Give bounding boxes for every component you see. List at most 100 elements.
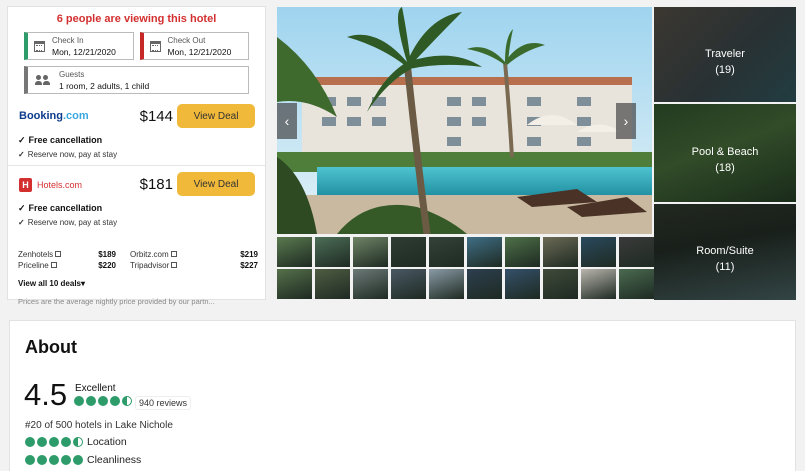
external-link-icon [55, 251, 62, 257]
gallery-thumbnail[interactable] [315, 237, 350, 267]
check-in-label: Check In [52, 35, 84, 45]
gallery-thumbnail[interactable] [467, 269, 502, 299]
reserve-text: Reserve now, pay at stay [27, 218, 118, 227]
other-deal-row[interactable]: Zenhotels $189 [18, 250, 130, 259]
gallery-thumbnail[interactable] [277, 269, 312, 299]
gallery-thumbnail[interactable] [619, 269, 654, 299]
rating-bubble-icon [61, 437, 71, 447]
gallery-thumbnail[interactable] [429, 237, 464, 267]
check-out-field[interactable]: Check Out Mon, 12/21/2020 [139, 32, 249, 60]
gallery-thumbnail[interactable] [505, 269, 540, 299]
other-deal-name: Tripadvisor [130, 261, 170, 270]
booking-reserve-note: ✓ Reserve now, pay at stay [18, 150, 117, 159]
rating-bubbles [74, 396, 132, 406]
gallery-thumbnail[interactable] [391, 269, 426, 299]
other-deal-row[interactable]: Tripadvisor $227 [130, 261, 258, 270]
booking-logo-dot: .com [63, 110, 89, 122]
other-deals: Zenhotels $189 Orbitz.com $219 Priceline $2… [18, 250, 258, 270]
subrating-bubbles [25, 455, 83, 465]
caret-down-icon: ▾ [81, 279, 86, 288]
gallery-thumbnail[interactable] [277, 237, 312, 267]
review-count-link[interactable]: 940 reviews [135, 396, 192, 410]
other-deal-name: Zenhotels [18, 250, 54, 259]
subrating-bubbles [25, 437, 83, 447]
view-all-deals-link[interactable]: View all 10 deals▾ [18, 279, 85, 288]
gallery-next-button[interactable]: › [616, 103, 636, 139]
subrating-label: Cleanliness [87, 454, 142, 466]
external-link-icon [50, 262, 57, 268]
gallery-thumbnail[interactable] [467, 237, 502, 267]
rating-word: Excellent [75, 383, 116, 394]
other-deal-price: $189 [98, 250, 116, 259]
booking-view-deal-button[interactable]: View Deal [177, 104, 255, 128]
check-icon: ✓ [18, 135, 26, 145]
gallery-thumbnail[interactable] [581, 237, 616, 267]
rating-bubble-icon [73, 437, 83, 447]
gallery-thumbnail[interactable] [543, 237, 578, 267]
price-footnote: Prices are the average nightly price pro… [18, 297, 215, 306]
rating-bubble-icon [86, 396, 96, 406]
check-icon: ✓ [18, 218, 25, 227]
date-row: Check In Mon, 12/21/2020 Check Out Mon, … [8, 32, 265, 60]
rating-bubble-icon [25, 455, 35, 465]
category-count: (19) [715, 63, 735, 76]
check-icon: ✓ [18, 150, 25, 159]
category-text: Pool & Beach (18) [654, 144, 796, 176]
other-deal-name: Priceline [18, 261, 49, 270]
gallery-thumbnail[interactable] [505, 237, 540, 267]
rating-bubble-icon [37, 437, 47, 447]
gallery-thumbnail[interactable] [391, 237, 426, 267]
gallery-thumbnail[interactable] [353, 269, 388, 299]
rating-bubble-icon [122, 396, 132, 406]
about-section: About 4.5 Excellent 940 reviews #20 of 5… [9, 320, 796, 471]
gallery-thumbnail[interactable] [581, 269, 616, 299]
gallery-thumbnail[interactable] [543, 269, 578, 299]
booking-price: $144 [139, 108, 173, 125]
category-room-suite[interactable]: Room/Suite (11) [654, 204, 796, 300]
rating-bubble-icon [61, 455, 71, 465]
other-deal-row[interactable]: Priceline $220 [18, 261, 130, 270]
category-text: Traveler (19) [654, 46, 796, 78]
calendar-icon [149, 40, 161, 52]
booking-free-cancellation: ✓ Free cancellation [18, 135, 102, 146]
rating-bubble-icon [49, 437, 59, 447]
free-cancel-text: Free cancellation [28, 203, 103, 213]
subrating-label: Location [87, 436, 127, 448]
provider-booking: Booking.com $144 View Deal ✓ Free cancell… [8, 104, 265, 159]
hotels-h-icon: H [19, 178, 32, 192]
guests-label: Guests [59, 69, 85, 79]
hotels-view-deal-button[interactable]: View Deal [177, 172, 255, 196]
other-deal-price: $219 [240, 250, 258, 259]
category-count: (11) [715, 261, 735, 274]
gallery-thumbnail[interactable] [429, 269, 464, 299]
calendar-icon [34, 40, 45, 52]
gallery-thumbnail[interactable] [353, 237, 388, 267]
rating-bubble-icon [37, 455, 47, 465]
guests-value: 1 room, 2 adults, 1 child [59, 80, 150, 91]
booking-logo[interactable]: Booking.com [19, 110, 89, 122]
rating-bubble-icon [25, 437, 35, 447]
rating-bubble-icon [98, 396, 108, 406]
subrating-cleanliness: Cleanliness [25, 454, 141, 466]
provider-hotels: H Hotels.com $181 View Deal ✓ Free cancel… [8, 165, 265, 227]
guests-field[interactable]: Guests 1 room, 2 adults, 1 child [24, 66, 249, 94]
external-link-icon [171, 262, 178, 268]
rating-bubble-icon [110, 396, 120, 406]
free-cancel-text: Free cancellation [28, 135, 103, 145]
category-count: (18) [715, 162, 735, 175]
rating-bubble-icon [49, 455, 59, 465]
other-deal-row[interactable]: Orbitz.com $219 [130, 250, 258, 259]
subrating-location: Location [25, 436, 127, 448]
external-link-icon [170, 251, 177, 257]
hotels-logo[interactable]: H Hotels.com [19, 178, 82, 192]
category-pool-beach[interactable]: Pool & Beach (18) [654, 104, 796, 202]
gallery-prev-button[interactable]: ‹ [277, 103, 297, 139]
gallery-thumbnail[interactable] [619, 237, 654, 267]
rating-bubble-icon [74, 396, 84, 406]
check-in-field[interactable]: Check In Mon, 12/21/2020 [24, 32, 134, 60]
hotel-pool-image [277, 7, 652, 234]
photo-categories: Traveler (19) Pool & Beach (18) Room/Sui… [654, 7, 796, 302]
main-hotel-photo[interactable]: ‹ › [277, 7, 652, 234]
category-traveler[interactable]: Traveler (19) [654, 7, 796, 102]
gallery-thumbnail[interactable] [315, 269, 350, 299]
